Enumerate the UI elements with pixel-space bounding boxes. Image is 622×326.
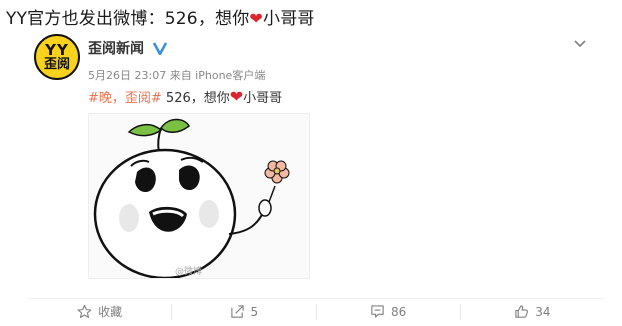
action-bar: 收藏 5 86 34 [28,298,604,324]
headline: YY官方也发出微博：526，想你❤小哥哥 [6,4,315,29]
share-button[interactable]: 5 [172,299,315,325]
avatar[interactable]: YY 歪阅 [34,34,80,80]
weibo-post-card: YY 歪阅 歪阅新闻 5月26日 23:07 来自 iPhone客户端 #晚，歪… [28,28,604,326]
share-icon [230,305,244,318]
heart-icon: ❤ [249,9,264,28]
star-icon [77,304,92,318]
headline-suffix: 小哥哥 [263,9,315,29]
headline-prefix: YY官方也发出微博：526，想你 [6,9,250,29]
heart-icon: ❤ [229,87,244,106]
share-count: 5 [250,304,259,319]
like-count: 34 [535,304,551,319]
username[interactable]: 歪阅新闻 [88,41,144,57]
favorite-label: 收藏 [98,305,123,319]
comment-button[interactable]: 86 [317,299,460,325]
post-text: #晚，歪阅# 526，想你❤小哥哥 [88,87,282,106]
post-text-suffix: 小哥哥 [243,91,283,106]
like-icon [515,305,529,318]
post-image[interactable]: @微博 [88,113,310,279]
favorite-button[interactable]: 收藏 [28,299,171,325]
avatar-top-text: YY [45,40,69,59]
sprout-head-cartoon [93,118,290,278]
like-button[interactable]: 34 [461,299,604,325]
image-watermark: @微博 [175,267,203,277]
avatar-bottom-text: 歪阅 [43,56,70,72]
post-hashtag[interactable]: #晚，歪阅# [88,91,162,106]
verified-v-icon [152,42,167,55]
post-meta: 5月26日 23:07 来自 iPhone客户端 [88,69,266,82]
comment-icon [371,305,384,318]
chevron-down-icon[interactable] [572,36,588,52]
post-text-prefix: 526，想你 [161,91,230,106]
username-row: 歪阅新闻 [88,38,167,58]
comment-count: 86 [390,304,407,319]
